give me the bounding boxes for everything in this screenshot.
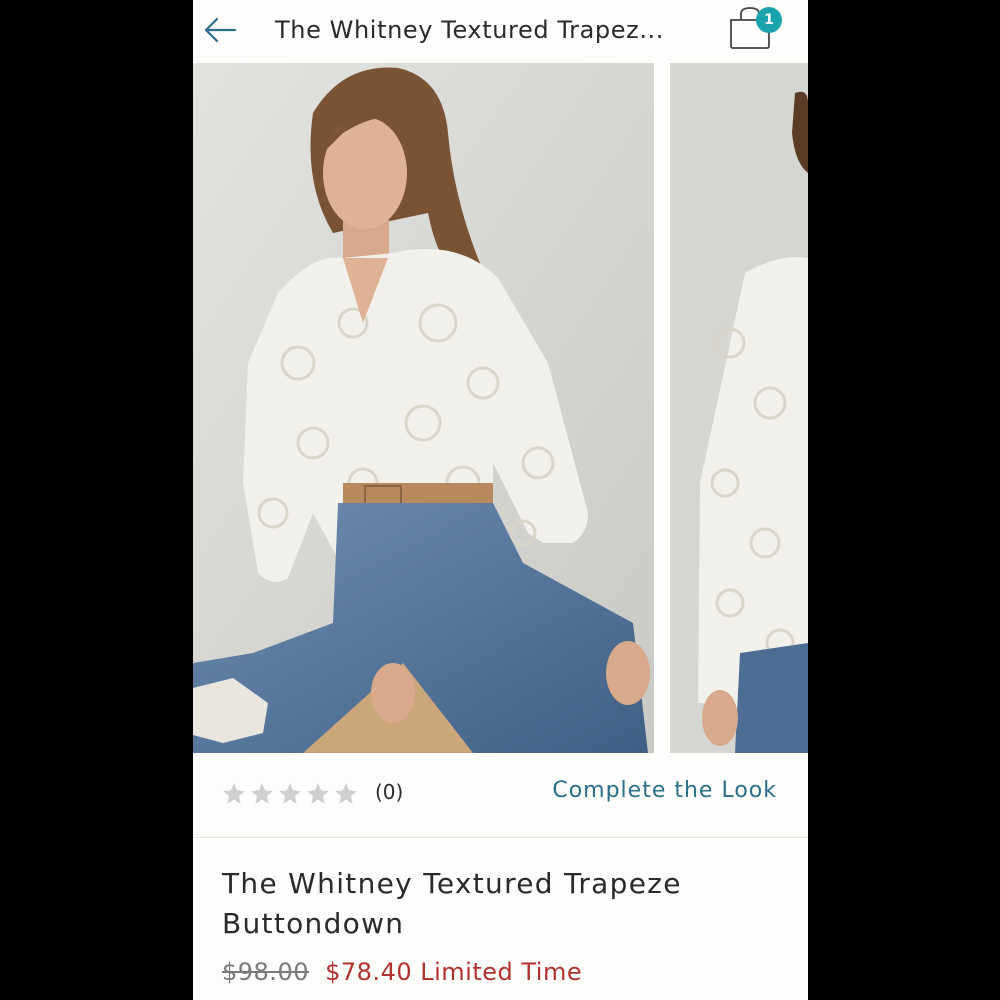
original-price: $98.00 xyxy=(222,958,309,986)
image-carousel[interactable] xyxy=(193,63,808,753)
price-row: $98.00 $78.40 Limited Time xyxy=(222,958,582,986)
review-count[interactable]: (0) xyxy=(375,780,403,804)
product-name: The Whitney Textured Trapeze Buttondown xyxy=(222,867,682,940)
star-icon xyxy=(335,783,357,804)
star-rating[interactable] xyxy=(221,781,359,809)
star-icon xyxy=(279,783,301,804)
product-photo-front[interactable] xyxy=(193,63,654,753)
back-button[interactable] xyxy=(201,8,245,52)
arrow-left-icon xyxy=(204,17,237,43)
sale-price: $78.40 Limited Time xyxy=(325,958,583,986)
star-icon xyxy=(251,783,273,804)
product-photo-side[interactable] xyxy=(670,63,808,753)
complete-the-look-link[interactable]: Complete the Look xyxy=(552,778,777,803)
cart-count-badge: 1 xyxy=(756,7,782,33)
top-bar: The Whitney Textured Trapez... 1 xyxy=(193,0,808,62)
rating-row: (0) Complete the Look xyxy=(193,753,808,838)
star-icon xyxy=(223,783,245,804)
star-icon xyxy=(307,783,329,804)
product-page: The Whitney Textured Trapez... 1 (0) Com… xyxy=(193,0,808,1000)
page-title: The Whitney Textured Trapez... xyxy=(275,16,665,44)
